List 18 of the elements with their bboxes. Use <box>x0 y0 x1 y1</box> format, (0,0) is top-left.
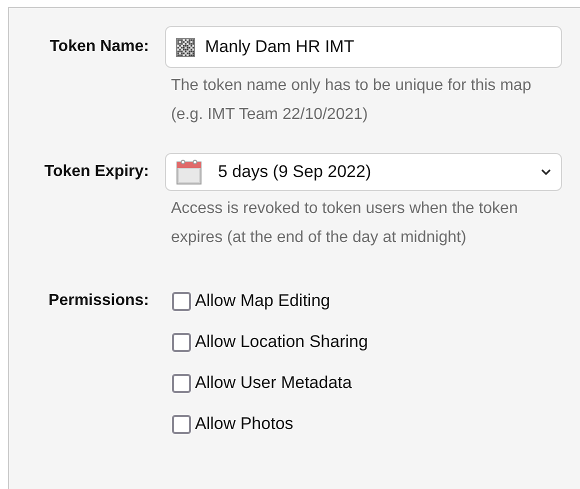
checkbox[interactable] <box>172 292 191 310</box>
hint-text: Access is revoked to token users when the token expires (at the end of the day at midnight) <box>171 199 519 248</box>
token-expiry-select[interactable]: 5 days (9 Sep 2022) <box>165 153 562 191</box>
field-label: Token Name: <box>48 37 150 57</box>
calendar-icon <box>176 159 202 185</box>
checkbox-label[interactable]: Allow Location Sharing <box>195 332 368 352</box>
token-name-field[interactable]: Manly Dam HR IMT <box>165 26 562 68</box>
qr-code-icon <box>176 38 195 56</box>
checkbox-label[interactable]: Allow Map Editing <box>195 291 330 311</box>
checkbox-label[interactable]: Allow Photos <box>195 414 294 434</box>
checkbox[interactable] <box>172 332 191 352</box>
field-label: Token Expiry: <box>43 162 150 182</box>
field-label: Permissions: <box>48 291 150 311</box>
caret-icon <box>541 168 551 176</box>
checkbox[interactable] <box>172 414 191 434</box>
checkbox[interactable] <box>172 374 191 392</box>
checkbox-label[interactable]: Allow User Metadata <box>195 373 352 393</box>
hint-text: The token name only has to be unique for this map (e.g. IMT Team 22/10/2021) <box>171 76 532 125</box>
